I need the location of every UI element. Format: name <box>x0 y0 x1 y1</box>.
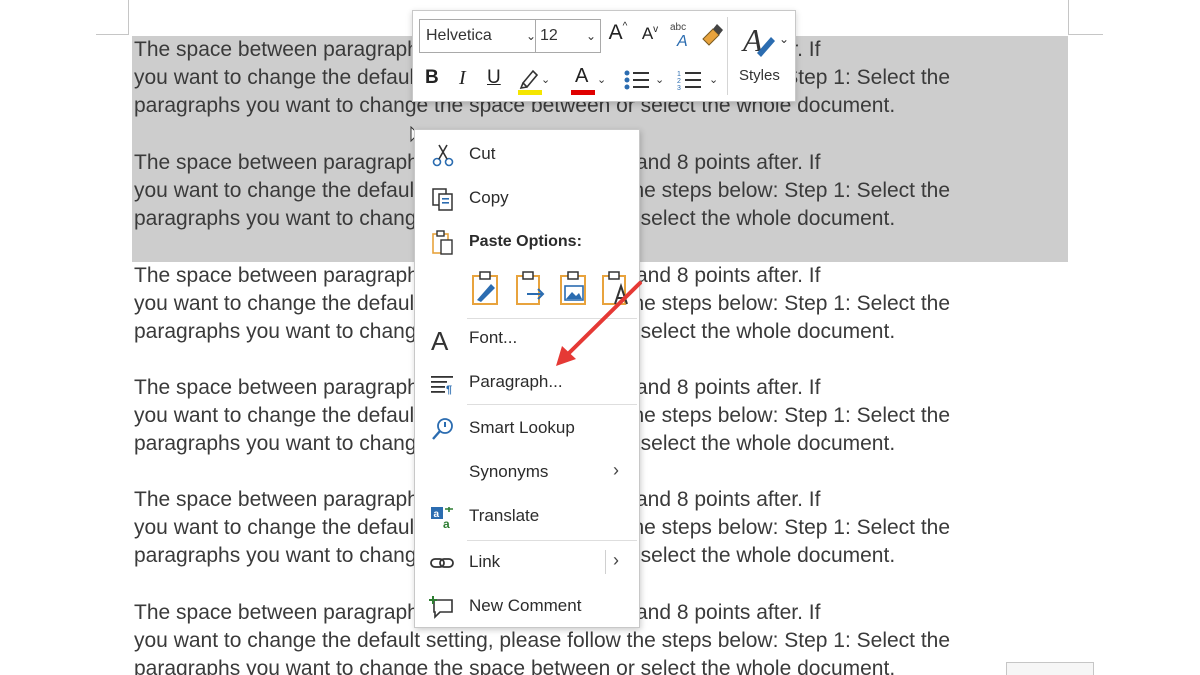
svg-text:a: a <box>434 509 440 520</box>
link-label: Link <box>469 552 501 571</box>
grow-font-glyph: A <box>608 21 623 44</box>
toolbar-divider <box>727 17 728 95</box>
menu-item-copy[interactable]: Copy <box>415 178 639 218</box>
svg-text:2: 2 <box>677 78 681 85</box>
smart-lookup-label: Smart Lookup <box>469 418 575 437</box>
paste-keep-formatting-icon <box>472 271 498 305</box>
page-corner-mark <box>96 0 129 35</box>
format-painter-button[interactable] <box>699 21 725 49</box>
translate-label: Translate <box>469 506 540 525</box>
svg-text:abc: abc <box>670 22 686 33</box>
link-icon <box>430 558 454 568</box>
menu-item-smart-lookup[interactable]: Smart Lookup <box>415 408 639 448</box>
svg-text:A: A <box>676 33 688 49</box>
menu-divider <box>467 540 637 541</box>
menu-item-new-comment[interactable]: New Comment <box>415 586 639 626</box>
paste-text-only-button[interactable] <box>599 270 633 306</box>
svg-text:⌄: ⌄ <box>541 74 549 86</box>
font-size-box[interactable]: 12 ⌄ <box>535 19 601 53</box>
svg-text:⌄: ⌄ <box>655 74 664 86</box>
shrink-font-button[interactable]: Av <box>639 24 661 44</box>
styles-button[interactable]: A ⌄ <box>739 17 789 63</box>
numbering-button[interactable]: 1 2 3 ⌄ <box>675 63 725 97</box>
mini-toolbar: Helvetica ⌄ 12 ⌄ A^ Av abc A A ⌄ Styles … <box>412 10 796 102</box>
menu-divider <box>467 404 637 405</box>
menu-item-link[interactable]: Link › <box>415 542 639 582</box>
svg-text:¶: ¶ <box>446 384 452 396</box>
paragraph-label: Paragraph... <box>469 372 563 391</box>
grow-font-button[interactable]: A^ <box>607 21 629 45</box>
page-corner-mark <box>1068 0 1103 35</box>
copy-label: Copy <box>469 188 509 207</box>
svg-text:a: a <box>443 517 450 530</box>
context-menu: Cut Copy Paste Options: A Font... ¶ Para… <box>414 129 640 628</box>
status-tab <box>1006 662 1094 675</box>
paragraph-icon: ¶ <box>431 376 453 396</box>
paste-options-header: Paste Options: <box>415 222 639 262</box>
italic-button[interactable]: I <box>459 67 466 90</box>
svg-text:1: 1 <box>677 71 681 78</box>
magnifier-icon <box>432 418 453 440</box>
highlight-button[interactable]: ⌄ <box>515 63 550 97</box>
svg-text:3: 3 <box>677 85 681 92</box>
svg-text:⌄: ⌄ <box>709 74 718 86</box>
font-color-bar-icon: ⌄ <box>571 74 606 95</box>
paste-picture-icon <box>560 271 586 305</box>
font-color-button[interactable]: A ⌄ <box>569 63 609 97</box>
text-line: paragraphs you want to change the space … <box>134 657 896 675</box>
menu-item-translate[interactable]: a a Translate <box>415 496 639 536</box>
bold-button[interactable]: B <box>425 67 439 89</box>
chevron-right-icon[interactable]: › <box>613 550 619 571</box>
highlighter-icon: ⌄ <box>518 69 550 95</box>
text-line: you want to change the default setting, … <box>134 629 951 652</box>
chevron-down-icon[interactable]: ⌄ <box>586 20 596 52</box>
font-name-box[interactable]: Helvetica ⌄ <box>419 19 541 53</box>
copy-icon <box>432 188 453 211</box>
styles-icon: A ⌄ <box>741 22 789 58</box>
split-divider <box>605 550 606 574</box>
paste-text-only-icon <box>602 271 628 305</box>
menu-item-cut[interactable]: Cut <box>415 134 639 174</box>
cut-label: Cut <box>469 144 496 163</box>
menu-item-paragraph[interactable]: ¶ Paragraph... <box>415 362 639 402</box>
paste-options-label: Paste Options: <box>469 233 582 250</box>
paste-merge-formatting-button[interactable] <box>513 270 547 306</box>
font-name-value: Helvetica <box>426 27 492 44</box>
bullet-list-icon: ⌄ <box>624 70 664 90</box>
change-case-button[interactable]: abc A <box>669 19 695 50</box>
font-label: Font... <box>469 328 518 347</box>
svg-text:⌄: ⌄ <box>779 32 789 46</box>
underline-button[interactable]: U <box>487 67 501 89</box>
font-size-value: 12 <box>540 27 558 44</box>
shrink-font-glyph: A <box>641 24 654 43</box>
caret-down-icon: v <box>653 24 659 35</box>
paste-picture-button[interactable] <box>557 270 591 306</box>
translate-icon: a a <box>431 507 453 530</box>
bullets-button[interactable]: ⌄ <box>621 63 671 97</box>
paste-options-row <box>469 270 639 310</box>
clipboard-icon <box>432 230 453 255</box>
paste-merge-formatting-icon <box>516 271 545 305</box>
chevron-right-icon: › <box>613 460 619 480</box>
menu-item-font[interactable]: A Font... <box>415 318 639 358</box>
svg-text:⌄: ⌄ <box>597 74 606 86</box>
synonyms-label: Synonyms <box>469 462 549 481</box>
svg-text:A: A <box>431 326 449 352</box>
format-painter-icon <box>702 24 723 46</box>
menu-item-synonyms[interactable]: Synonyms › <box>415 452 639 492</box>
numbered-list-icon: 1 2 3 ⌄ <box>677 71 718 92</box>
change-case-icon: abc A <box>670 22 688 50</box>
paste-keep-formatting-button[interactable] <box>469 270 503 306</box>
scissors-icon <box>432 144 454 167</box>
new-comment-icon <box>429 596 453 619</box>
new-comment-label: New Comment <box>469 596 582 615</box>
font-icon: A <box>431 326 449 352</box>
caret-up-icon: ^ <box>622 21 628 32</box>
styles-label: Styles <box>739 67 780 84</box>
